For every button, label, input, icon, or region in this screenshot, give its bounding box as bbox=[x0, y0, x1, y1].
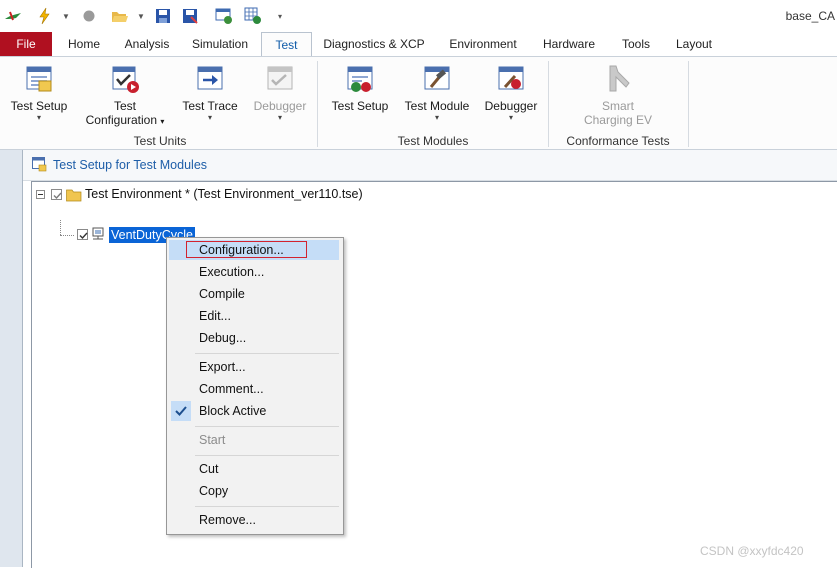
test-setup-icon bbox=[23, 63, 55, 95]
debugger-label: Debugger bbox=[253, 99, 307, 113]
tab-file[interactable]: File bbox=[0, 32, 52, 56]
test-trace-button[interactable]: Test Trace ▾ bbox=[176, 63, 244, 123]
menu-separator bbox=[195, 353, 339, 354]
test-setup-label: Test Setup bbox=[331, 99, 389, 113]
menu-item-debug[interactable]: Debug... bbox=[199, 331, 246, 345]
test-configuration-icon bbox=[109, 63, 141, 95]
canoe-logo-icon[interactable] bbox=[4, 7, 22, 25]
test-trace-label: Test Trace bbox=[182, 99, 238, 113]
test-configuration-label-1: Test bbox=[113, 99, 136, 113]
menu-item-configuration[interactable]: Configuration... bbox=[199, 243, 284, 257]
customize-toolbar-icon[interactable]: ▾ bbox=[278, 12, 282, 21]
tab-test[interactable]: Test bbox=[261, 32, 312, 57]
ribbon-separator bbox=[317, 61, 318, 147]
panel-title: Test Setup for Test Modules bbox=[53, 158, 208, 172]
collapse-toggle-icon[interactable] bbox=[36, 190, 45, 199]
lightning-start-icon[interactable] bbox=[36, 7, 54, 25]
test-module-setup-icon bbox=[344, 63, 376, 95]
debugger-label: Debugger bbox=[484, 99, 538, 113]
chevron-down-icon: ▾ bbox=[36, 113, 41, 122]
tab-tools[interactable]: Tools bbox=[614, 32, 658, 56]
open-folder-icon[interactable] bbox=[111, 7, 129, 25]
chevron-down-icon: ▾ bbox=[508, 113, 513, 122]
quick-access-toolbar: ▼ ▼ ▾ base_CA bbox=[0, 0, 837, 32]
group-label-conformance-tests: Conformance Tests bbox=[566, 134, 670, 148]
menu-item-edit[interactable]: Edit... bbox=[199, 309, 231, 323]
child-checkbox[interactable] bbox=[77, 229, 88, 240]
test-modules-debugger-button[interactable]: Debugger ▾ bbox=[480, 63, 542, 123]
menu-item-start: Start bbox=[199, 433, 226, 447]
test-module-button[interactable]: Test Module ▾ bbox=[400, 63, 474, 123]
smart-charging-ev-button[interactable]: Smart Charging EV bbox=[570, 63, 666, 127]
tab-simulation[interactable]: Simulation bbox=[186, 32, 254, 56]
smart-charging-label-2: Charging EV bbox=[583, 113, 653, 127]
window-gear-icon[interactable] bbox=[215, 7, 233, 25]
smart-charging-label-1: Smart bbox=[601, 99, 634, 113]
test-modules-test-setup-button[interactable]: Test Setup bbox=[325, 63, 395, 113]
test-setup-label: Test Setup bbox=[10, 99, 68, 113]
tree-root-label[interactable]: Test Environment * (Test Environment_ver… bbox=[85, 187, 363, 201]
chevron-down-icon: ▾ bbox=[277, 113, 282, 122]
menu-separator bbox=[195, 426, 339, 427]
ribbon-separator bbox=[688, 61, 689, 147]
menu-item-remove[interactable]: Remove... bbox=[199, 513, 256, 527]
stop-icon[interactable] bbox=[80, 7, 98, 25]
grid-config-icon[interactable] bbox=[244, 7, 262, 25]
tab-environment[interactable]: Environment bbox=[441, 32, 525, 56]
watermark: CSDN @xxyfdc420 bbox=[700, 544, 804, 558]
network-node-icon bbox=[91, 227, 105, 244]
tab-layout[interactable]: Layout bbox=[668, 32, 720, 56]
chevron-down-icon: ▾ bbox=[434, 113, 439, 122]
menu-item-cut[interactable]: Cut bbox=[199, 462, 218, 476]
menu-item-copy[interactable]: Copy bbox=[199, 484, 228, 498]
tab-diagnostics-xcp[interactable]: Diagnostics & XCP bbox=[320, 32, 428, 56]
ribbon-separator bbox=[548, 61, 549, 147]
debugger-icon bbox=[264, 63, 296, 95]
left-dock-strip bbox=[0, 150, 22, 567]
menu-item-export[interactable]: Export... bbox=[199, 360, 246, 374]
tab-analysis[interactable]: Analysis bbox=[118, 32, 176, 56]
test-module-label: Test Module bbox=[404, 99, 470, 113]
panel-header: Test Setup for Test Modules bbox=[23, 150, 837, 181]
test-setup-window-icon bbox=[32, 157, 47, 175]
menu-separator bbox=[195, 455, 339, 456]
context-menu: Configuration... Execution... Compile Ed… bbox=[166, 237, 344, 535]
save-as-icon[interactable] bbox=[181, 7, 199, 25]
menu-item-comment[interactable]: Comment... bbox=[199, 382, 264, 396]
tab-hardware[interactable]: Hardware bbox=[536, 32, 602, 56]
chevron-down-icon: ▾ bbox=[207, 113, 212, 122]
test-units-debugger-button[interactable]: Debugger ▾ bbox=[248, 63, 312, 123]
chevron-down-icon[interactable]: ▼ bbox=[137, 12, 145, 21]
tree-connector bbox=[60, 235, 74, 237]
save-icon[interactable] bbox=[154, 7, 172, 25]
ribbon: Test Setup ▾ Test Configuration ▾ Test T… bbox=[0, 56, 837, 150]
menu-item-execution[interactable]: Execution... bbox=[199, 265, 264, 279]
test-module-icon bbox=[421, 63, 453, 95]
test-configuration-button[interactable]: Test Configuration ▾ bbox=[80, 63, 170, 129]
menu-separator bbox=[195, 506, 339, 507]
ribbon-tabs: File Home Analysis Simulation Test Diagn… bbox=[0, 32, 837, 57]
test-trace-icon bbox=[194, 63, 226, 95]
folder-icon bbox=[66, 188, 82, 205]
test-tree[interactable]: Test Environment * (Test Environment_ver… bbox=[31, 181, 837, 568]
tree-connector bbox=[60, 220, 62, 235]
test-configuration-label-2: Configuration ▾ bbox=[85, 113, 165, 127]
test-setup-panel: Test Setup for Test Modules Test Environ… bbox=[22, 150, 837, 568]
menu-item-block-active[interactable]: Block Active bbox=[199, 404, 266, 418]
tab-home[interactable]: Home bbox=[62, 32, 106, 56]
debugger-icon bbox=[495, 63, 527, 95]
smart-charging-icon bbox=[602, 63, 634, 95]
group-label-test-units: Test Units bbox=[133, 134, 187, 148]
group-label-test-modules: Test Modules bbox=[397, 134, 469, 148]
test-units-test-setup-button[interactable]: Test Setup ▾ bbox=[4, 63, 74, 123]
menu-item-compile[interactable]: Compile bbox=[199, 287, 245, 301]
app-title: base_CA bbox=[785, 9, 835, 23]
chevron-down-icon[interactable]: ▼ bbox=[62, 12, 70, 21]
root-checkbox[interactable] bbox=[51, 189, 62, 200]
checkmark-icon bbox=[171, 401, 191, 421]
